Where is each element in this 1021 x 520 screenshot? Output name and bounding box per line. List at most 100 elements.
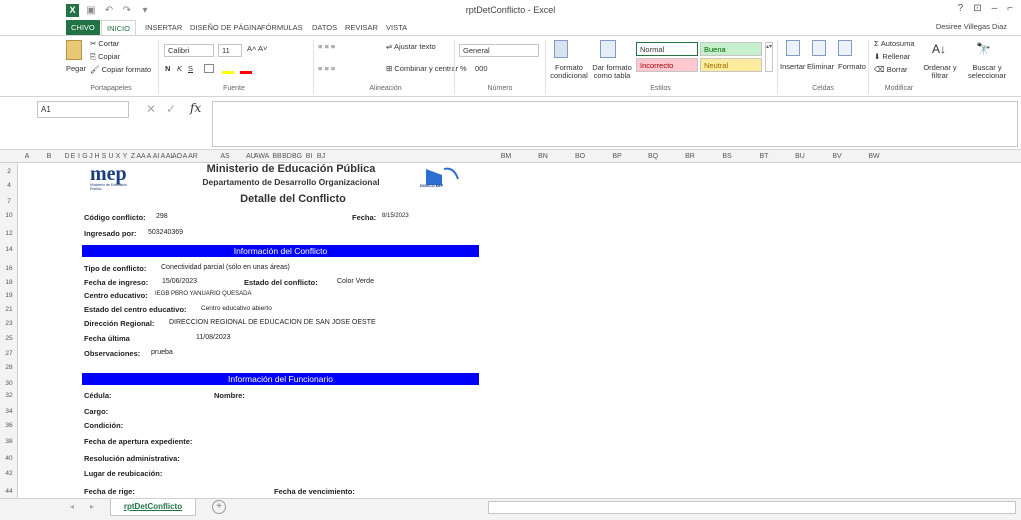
row-header[interactable]: 21 (0, 306, 18, 313)
tab-data[interactable]: DATOS (307, 20, 342, 35)
column-header[interactable]: BB (272, 150, 282, 163)
row-header[interactable]: 42 (0, 470, 18, 477)
column-header[interactable]: BV (827, 150, 847, 163)
wrap-text-button[interactable]: ⇌ Ajustar texto (386, 42, 436, 51)
fill-button[interactable]: ⬇ Rellenar (874, 52, 910, 61)
tab-insert[interactable]: INSERTAR (140, 20, 187, 35)
row-header[interactable]: 4 (0, 182, 18, 189)
conditional-format-button[interactable]: Formato condicional (548, 64, 590, 80)
delete-cells-button[interactable]: Eliminar (807, 62, 834, 71)
column-header[interactable]: BD (282, 150, 292, 163)
format-cells-button[interactable]: Formato (838, 62, 866, 71)
row-header[interactable]: 44 (0, 488, 18, 495)
user-name[interactable]: Desiree Villegas Diaz (936, 22, 1007, 31)
row-header[interactable]: 23 (0, 320, 18, 327)
row-header[interactable]: 10 (0, 212, 18, 219)
sort-filter-button[interactable]: Ordenar y filtrar (922, 64, 958, 80)
style-neutral[interactable]: Neutral (700, 58, 762, 72)
column-header[interactable]: A (22, 150, 32, 163)
style-good[interactable]: Buena (700, 42, 762, 56)
tab-view[interactable]: VISTA (381, 20, 412, 35)
column-header[interactable]: A (262, 150, 272, 163)
style-normal[interactable]: Normal (636, 42, 698, 56)
column-header[interactable]: BN (533, 150, 553, 163)
fill-color-icon[interactable] (222, 71, 234, 74)
row-header[interactable]: 27 (0, 350, 18, 357)
italic-button[interactable]: K (177, 64, 182, 73)
row-header[interactable]: 14 (0, 246, 18, 253)
font-name-select[interactable]: Calibri (164, 44, 214, 57)
merge-center-button[interactable]: ⊞ Combinar y centrar (386, 64, 458, 73)
copy-button[interactable]: ⎘ Copiar (90, 52, 120, 62)
help-button[interactable]: ? (958, 3, 964, 14)
column-header[interactable]: BS (717, 150, 737, 163)
column-header[interactable]: BP (607, 150, 627, 163)
formula-input[interactable] (212, 101, 1018, 147)
format-as-table-button[interactable]: Dar formato como tabla (590, 64, 634, 80)
row-header[interactable]: 34 (0, 408, 18, 415)
row-header[interactable]: 38 (0, 438, 18, 445)
insert-function-button[interactable]: fx (190, 101, 201, 115)
row-header[interactable]: 36 (0, 422, 18, 429)
column-header[interactable]: BG (292, 150, 302, 163)
column-header[interactable]: BW (864, 150, 884, 163)
column-header[interactable]: BT (754, 150, 774, 163)
sheet-tab-active[interactable]: rptDetConflicto (110, 499, 196, 516)
row-header[interactable]: 32 (0, 392, 18, 399)
tab-file[interactable]: CHIVO (66, 20, 100, 35)
ribbon-display-button[interactable]: ⊡ (973, 3, 981, 14)
next-sheet-icon[interactable]: ▸ (90, 502, 94, 511)
column-header[interactable]: BQ (643, 150, 663, 163)
style-bad[interactable]: Incorrecto (636, 58, 698, 72)
column-header[interactable]: BJ (316, 150, 326, 163)
column-header[interactable]: BU (790, 150, 810, 163)
underline-button[interactable]: S (188, 64, 193, 73)
align-left-icon[interactable]: ≡ ≡ ≡ (318, 64, 335, 73)
column-header[interactable]: BR (680, 150, 700, 163)
minimize-button[interactable]: – (992, 3, 998, 14)
format-painter-button[interactable]: 🖌 Copiar formato (90, 65, 151, 74)
add-sheet-button[interactable]: + (212, 500, 226, 514)
worksheet[interactable]: mep Ministerio de Educación Pública Mini… (18, 163, 1021, 498)
tab-formulas[interactable]: FÓRMULAS (256, 20, 308, 35)
row-header[interactable]: 30 (0, 380, 18, 387)
align-top-icon[interactable]: ≡ ≡ ≡ (318, 42, 335, 51)
row-header[interactable]: 19 (0, 292, 18, 299)
horizontal-scrollbar[interactable] (488, 501, 1016, 514)
prev-sheet-icon[interactable]: ◂ (70, 502, 74, 511)
row-header[interactable]: 16 (0, 265, 18, 272)
column-header[interactable]: BM (496, 150, 516, 163)
percent-button[interactable]: % (460, 64, 467, 73)
enter-icon[interactable]: ✓ (166, 102, 176, 116)
find-select-button[interactable]: Buscar y seleccionar (962, 64, 1012, 80)
row-header[interactable]: 7 (0, 198, 18, 205)
autosum-button[interactable]: Σ Autosuma (874, 39, 915, 48)
bold-button[interactable]: N (165, 64, 170, 73)
font-size-select[interactable]: 11 (218, 44, 242, 57)
row-header[interactable]: 18 (0, 279, 18, 286)
row-header[interactable]: 2 (0, 168, 18, 175)
borders-icon[interactable] (204, 64, 214, 73)
cut-button[interactable]: ✂ Cortar (90, 39, 119, 48)
column-header[interactable]: AR (188, 150, 198, 163)
row-header[interactable]: 12 (0, 230, 18, 237)
row-header[interactable]: 40 (0, 455, 18, 462)
font-color-icon[interactable] (240, 71, 252, 74)
tab-review[interactable]: REVISAR (340, 20, 383, 35)
tab-page-layout[interactable]: DISEÑO DE PÁGINA (185, 20, 267, 35)
paste-button[interactable]: Pegar (66, 64, 86, 73)
font-grow-icon[interactable]: A˄ A˅ (247, 44, 267, 53)
number-format-select[interactable]: General (459, 44, 539, 57)
row-header[interactable]: 25 (0, 335, 18, 342)
styles-scroll-icon[interactable]: ▴▾ (765, 42, 773, 72)
name-box[interactable]: A1 (37, 101, 129, 118)
column-header[interactable]: B (44, 150, 54, 163)
column-header[interactable]: BI (304, 150, 314, 163)
restore-button[interactable]: ⌐ (1007, 3, 1013, 14)
column-header[interactable]: BO (570, 150, 590, 163)
clear-button[interactable]: ⌫ Borrar (874, 65, 908, 74)
insert-cells-button[interactable]: Insertar (780, 62, 805, 71)
tab-home[interactable]: INICIO (101, 20, 136, 35)
row-header[interactable]: 28 (0, 364, 18, 371)
cancel-icon[interactable]: ✕ (146, 102, 156, 116)
